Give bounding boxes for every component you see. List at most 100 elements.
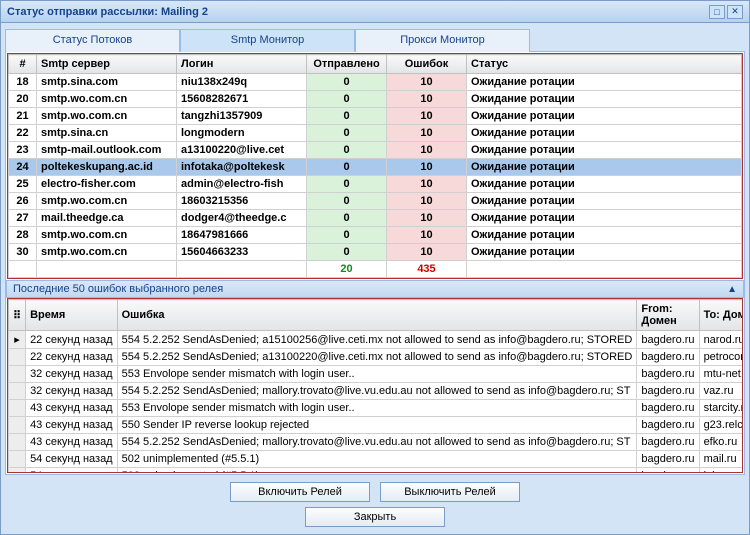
table-row[interactable]: 43 секунд назад554 5.2.252 SendAsDenied;… xyxy=(9,434,744,451)
table-row[interactable]: 18smtp.sina.comniu138x249q010Ожидание ро… xyxy=(9,74,742,91)
errors-grid[interactable]: ⠿ Время Ошибка From: Домен To: Домен ▸22… xyxy=(8,299,743,473)
cell-error: 554 5.2.252 SendAsDenied; mallory.trovat… xyxy=(117,383,637,400)
col-from[interactable]: From: Домен xyxy=(637,300,699,331)
row-marker-icon xyxy=(9,400,26,417)
col-sent[interactable]: Отправлено xyxy=(307,55,387,74)
table-row[interactable]: 21smtp.wo.com.cntangzhi1357909010Ожидани… xyxy=(9,108,742,125)
table-row[interactable]: 23smtp-mail.outlook.coma13100220@live.ce… xyxy=(9,142,742,159)
tab-smtp-monitor[interactable]: Smtp Монитор xyxy=(180,29,355,52)
cell-from: bagdero.ru xyxy=(637,451,699,468)
col-errors[interactable]: Ошибок xyxy=(387,55,467,74)
table-row[interactable]: 20smtp.wo.com.cn15608282671010Ожидание р… xyxy=(9,91,742,108)
buttons-row-2: Закрыть xyxy=(1,505,749,534)
table-row[interactable]: 22 секунд назад554 5.2.252 SendAsDenied;… xyxy=(9,349,744,366)
table-row[interactable]: 43 секунд назад553 Envolope sender misma… xyxy=(9,400,744,417)
row-marker-icon xyxy=(9,451,26,468)
cell-server: smtp-mail.outlook.com xyxy=(37,142,177,159)
smtp-footer-row: 20 435 xyxy=(9,261,742,278)
smtp-grid-wrap: # Smtp сервер Логин Отправлено Ошибок Ст… xyxy=(7,53,743,279)
cell-err: 10 xyxy=(387,74,467,91)
cell-login: niu138x249q xyxy=(177,74,307,91)
cell-err: 10 xyxy=(387,210,467,227)
row-marker-icon xyxy=(9,366,26,383)
cell-status: Ожидание ротации xyxy=(467,227,742,244)
col-time[interactable]: Время xyxy=(26,300,118,331)
cell-sent: 0 xyxy=(307,244,387,261)
errors-panel-header[interactable]: Последние 50 ошибок выбранного релея ▲ xyxy=(6,280,744,298)
row-marker-icon xyxy=(9,417,26,434)
table-row[interactable]: 54 секунд назад502 unimplemented (#5.5.1… xyxy=(9,468,744,474)
cell-num: 23 xyxy=(9,142,37,159)
errors-grid-wrap: ⠿ Время Ошибка From: Домен To: Домен ▸22… xyxy=(7,298,743,473)
tab-proxy-monitor[interactable]: Прокси Монитор xyxy=(355,29,530,52)
cell-status: Ожидание ротации xyxy=(467,142,742,159)
col-marker: ⠿ xyxy=(9,300,26,331)
smtp-grid[interactable]: # Smtp сервер Логин Отправлено Ошибок Ст… xyxy=(8,54,742,278)
col-to[interactable]: To: Домен xyxy=(699,300,743,331)
cell-num: 25 xyxy=(9,176,37,193)
table-row[interactable]: 25electro-fisher.comadmin@electro-fish01… xyxy=(9,176,742,193)
cell-status: Ожидание ротации xyxy=(467,125,742,142)
cell-num: 22 xyxy=(9,125,37,142)
cell-error: 553 Envolope sender mismatch with login … xyxy=(117,366,637,383)
cell-login: infotaka@poltekesk xyxy=(177,159,307,176)
cell-sent: 0 xyxy=(307,74,387,91)
col-error[interactable]: Ошибка xyxy=(117,300,637,331)
cell-time: 32 секунд назад xyxy=(26,383,118,400)
cell-err: 10 xyxy=(387,176,467,193)
col-login[interactable]: Логин xyxy=(177,55,307,74)
cell-server: smtp.wo.com.cn xyxy=(37,193,177,210)
table-row[interactable]: 43 секунд назад550 Sender IP reverse loo… xyxy=(9,417,744,434)
window-title: Статус отправки рассылки: Mailing 2 xyxy=(7,6,208,18)
table-row[interactable]: 32 секунд назад553 Envolope sender misma… xyxy=(9,366,744,383)
col-num[interactable]: # xyxy=(9,55,37,74)
cell-status: Ожидание ротации xyxy=(467,210,742,227)
cell-to: mtu-net.ru xyxy=(699,366,743,383)
maximize-icon[interactable]: □ xyxy=(709,5,725,19)
cell-server: poltekeskupang.ac.id xyxy=(37,159,177,176)
cell-from: bagdero.ru xyxy=(637,383,699,400)
col-server[interactable]: Smtp сервер xyxy=(37,55,177,74)
row-marker-icon xyxy=(9,349,26,366)
cell-error: 554 5.2.252 SendAsDenied; a15100256@live… xyxy=(117,331,637,349)
smtp-header-row: # Smtp сервер Логин Отправлено Ошибок Ст… xyxy=(9,55,742,74)
cell-time: 43 секунд назад xyxy=(26,434,118,451)
cell-status: Ожидание ротации xyxy=(467,176,742,193)
cell-login: longmodern xyxy=(177,125,307,142)
cell-server: smtp.wo.com.cn xyxy=(37,227,177,244)
table-row[interactable]: ▸22 секунд назад554 5.2.252 SendAsDenied… xyxy=(9,331,744,349)
table-row[interactable]: 24poltekeskupang.ac.idinfotaka@poltekesk… xyxy=(9,159,742,176)
cell-status: Ожидание ротации xyxy=(467,159,742,176)
table-row[interactable]: 28smtp.wo.com.cn18647981666010Ожидание р… xyxy=(9,227,742,244)
table-row[interactable]: 22smtp.sina.cnlongmodern010Ожидание рота… xyxy=(9,125,742,142)
cell-sent: 0 xyxy=(307,227,387,244)
cell-login: admin@electro-fish xyxy=(177,176,307,193)
cell-sent: 0 xyxy=(307,176,387,193)
cell-to: efko.ru xyxy=(699,434,743,451)
close-button[interactable]: Закрыть xyxy=(305,507,445,527)
close-icon[interactable]: ✕ xyxy=(727,5,743,19)
cell-login: dodger4@theedge.c xyxy=(177,210,307,227)
table-row[interactable]: 32 секунд назад554 5.2.252 SendAsDenied;… xyxy=(9,383,744,400)
table-row[interactable]: 26smtp.wo.com.cn18603215356010Ожидание р… xyxy=(9,193,742,210)
table-row[interactable]: 54 секунд назад502 unimplemented (#5.5.1… xyxy=(9,451,744,468)
cell-error: 550 Sender IP reverse lookup rejected xyxy=(117,417,637,434)
cell-from: bagdero.ru xyxy=(637,331,699,349)
cell-num: 21 xyxy=(9,108,37,125)
enable-relay-button[interactable]: Включить Релей xyxy=(230,482,370,502)
table-row[interactable]: 27mail.theedge.cadodger4@theedge.c010Ожи… xyxy=(9,210,742,227)
cell-status: Ожидание ротации xyxy=(467,74,742,91)
cell-error: 553 Envolope sender mismatch with login … xyxy=(117,400,637,417)
cell-time: 43 секунд назад xyxy=(26,400,118,417)
col-status[interactable]: Статус xyxy=(467,55,742,74)
cell-num: 24 xyxy=(9,159,37,176)
cell-login: 15604663233 xyxy=(177,244,307,261)
cell-from: bagdero.ru xyxy=(637,434,699,451)
cell-login: 18647981666 xyxy=(177,227,307,244)
collapse-arrow-icon[interactable]: ▲ xyxy=(727,284,737,295)
tab-threads-status[interactable]: Статус Потоков xyxy=(5,29,180,52)
table-row[interactable]: 30smtp.wo.com.cn15604663233010Ожидание р… xyxy=(9,244,742,261)
disable-relay-button[interactable]: Выключить Релей xyxy=(380,482,520,502)
titlebar: Статус отправки рассылки: Mailing 2 □ ✕ xyxy=(1,1,749,23)
cell-from: bagdero.ru xyxy=(637,417,699,434)
